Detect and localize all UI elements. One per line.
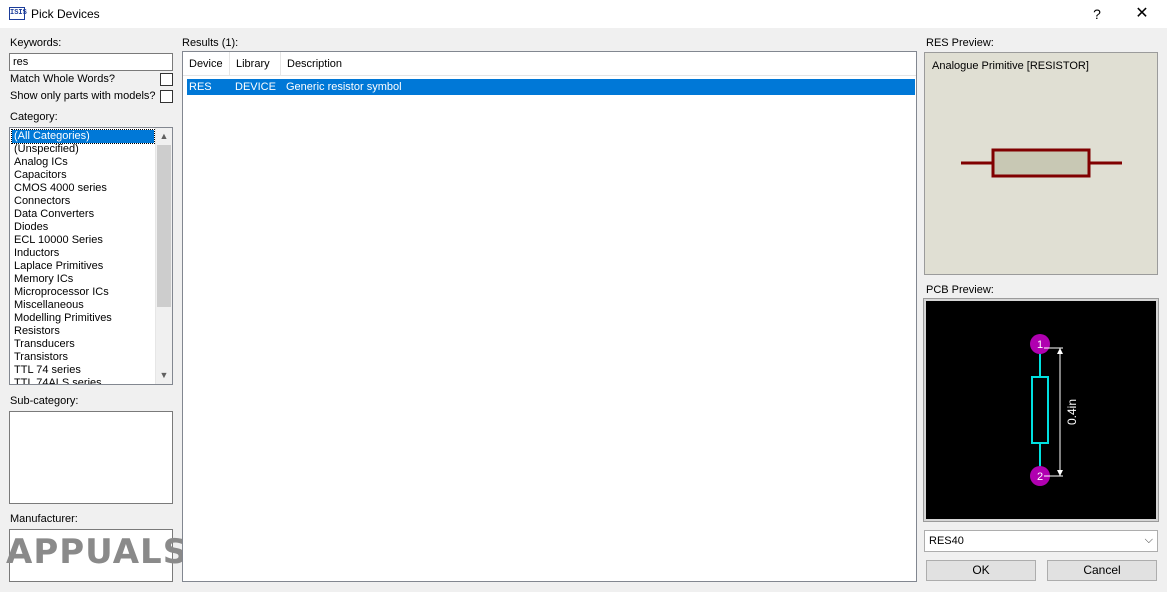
scroll-up-icon[interactable]: ▲ [156, 128, 172, 145]
res-preview-label: RES Preview: [926, 37, 994, 49]
pad1-label: 1 [1037, 339, 1043, 351]
results-header: Device Library Description [183, 52, 916, 76]
manufacturer-label: Manufacturer: [10, 513, 78, 525]
show-only-models-checkbox[interactable] [160, 90, 173, 103]
cell-library: DEVICE [235, 81, 276, 93]
category-scrollbar[interactable]: ▲ ▼ [155, 128, 172, 384]
list-item[interactable]: Memory ICs [12, 273, 154, 286]
app-icon: ISIS [9, 7, 27, 20]
match-whole-words-checkbox[interactable] [160, 73, 173, 86]
help-button[interactable]: ? [1082, 3, 1112, 25]
list-item[interactable]: Inductors [12, 247, 154, 260]
dimension-label: 0.4in [1065, 399, 1079, 425]
cell-description: Generic resistor symbol [286, 81, 402, 93]
cell-device: RES [189, 81, 212, 93]
scroll-down-icon[interactable]: ▼ [156, 367, 172, 384]
list-item[interactable]: Laplace Primitives [12, 260, 154, 273]
list-item[interactable]: TTL 74ALS series [12, 377, 154, 384]
list-item[interactable]: Connectors [12, 195, 154, 208]
pcb-preview: 1 2 0.4in [923, 298, 1159, 522]
scroll-thumb[interactable] [157, 145, 171, 307]
list-item[interactable]: TTL 74 series [12, 364, 154, 377]
ok-button[interactable]: OK [926, 560, 1036, 581]
list-item[interactable]: CMOS 4000 series [12, 182, 154, 195]
category-label: Category: [10, 111, 58, 123]
column-header-description[interactable]: Description [281, 52, 401, 76]
column-header-library[interactable]: Library [230, 52, 281, 76]
sub-category-list[interactable] [9, 411, 173, 504]
chevron-down-icon[interactable]: ⌵ [1145, 534, 1153, 547]
match-whole-words-label: Match Whole Words? [10, 73, 115, 85]
results-label: Results (1): [182, 37, 239, 49]
list-item[interactable]: Diodes [12, 221, 154, 234]
list-item[interactable]: Microprocessor ICs [12, 286, 154, 299]
keywords-input[interactable] [9, 53, 173, 71]
title-bar: ISIS Pick Devices ? ✕ [0, 0, 1167, 28]
list-item[interactable]: ECL 10000 Series [12, 234, 154, 247]
resistor-symbol-icon [961, 148, 1122, 178]
footprint-icon: 1 2 0.4in [1030, 334, 1079, 486]
list-item[interactable]: Transducers [12, 338, 154, 351]
close-button[interactable]: ✕ [1127, 3, 1157, 25]
pad2-label: 2 [1037, 471, 1043, 483]
results-table[interactable]: Device Library Description RES DEVICE Ge… [182, 51, 917, 582]
keywords-label: Keywords: [10, 37, 62, 49]
list-item[interactable]: Modelling Primitives [12, 312, 154, 325]
list-item[interactable]: Miscellaneous [12, 299, 154, 312]
sub-category-label: Sub-category: [10, 395, 79, 407]
package-select[interactable]: RES40 ⌵ [924, 530, 1158, 552]
table-row[interactable]: RES DEVICE Generic resistor symbol [187, 79, 915, 95]
category-list[interactable]: (All Categories) (Unspecified) Analog ICs C… [9, 127, 173, 385]
watermark-text: APPUALS [6, 532, 189, 572]
column-header-device[interactable]: Device [183, 52, 230, 76]
list-item[interactable]: Analog ICs [12, 156, 154, 169]
list-item[interactable]: Resistors [12, 325, 154, 338]
list-item[interactable]: (All Categories) [11, 129, 155, 144]
pcb-preview-label: PCB Preview: [926, 284, 994, 296]
schematic-preview: Analogue Primitive [RESISTOR] [924, 52, 1158, 275]
list-item[interactable]: Capacitors [12, 169, 154, 182]
cancel-button[interactable]: Cancel [1047, 560, 1157, 581]
show-only-models-label: Show only parts with models? [10, 90, 156, 102]
window-title: Pick Devices [31, 7, 100, 21]
package-value: RES40 [929, 535, 964, 547]
list-item[interactable]: Transistors [12, 351, 154, 364]
list-item[interactable]: Data Converters [12, 208, 154, 221]
list-item[interactable]: (Unspecified) [12, 143, 154, 156]
